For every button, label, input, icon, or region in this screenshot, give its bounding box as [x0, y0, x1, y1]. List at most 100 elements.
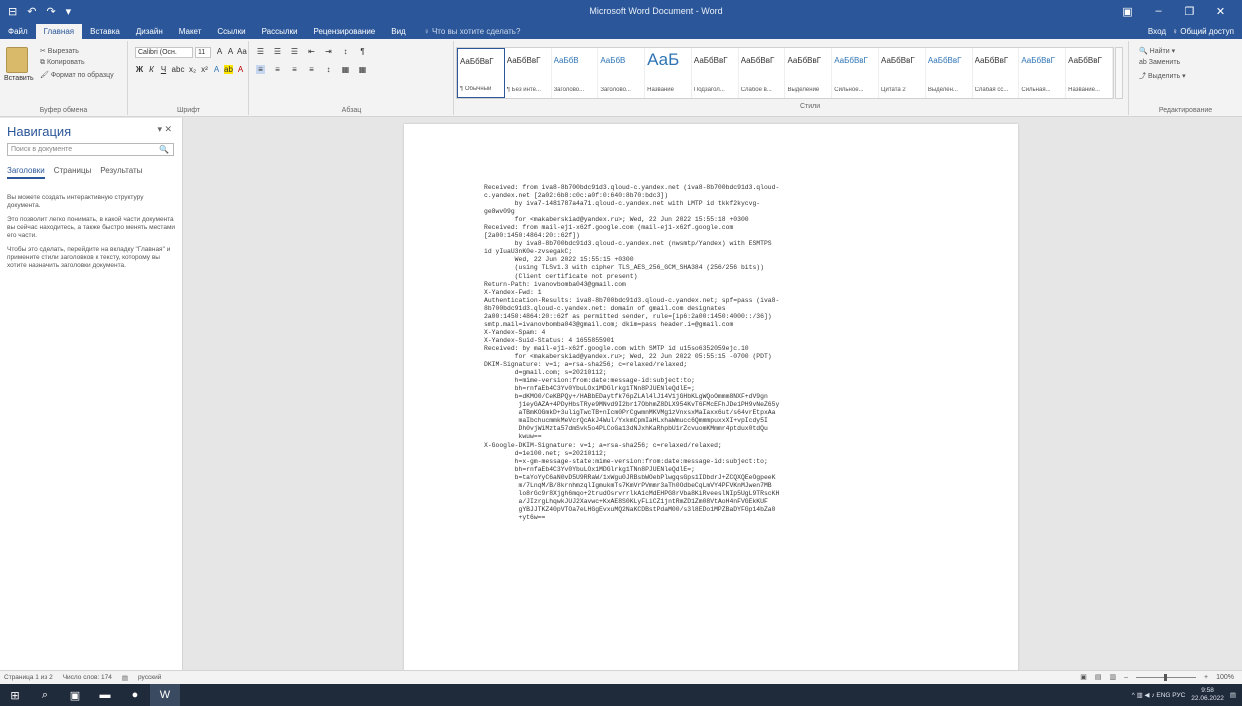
cut-button[interactable]: ✂ Вырезать: [40, 47, 79, 55]
text-effects-icon[interactable]: A: [212, 65, 221, 74]
nav-tab-headings[interactable]: Заголовки: [7, 166, 45, 179]
grow-font-icon[interactable]: A: [215, 47, 224, 56]
tab-references[interactable]: Ссылки: [209, 24, 253, 39]
bullets-icon[interactable]: ☰: [256, 47, 265, 56]
task-view-icon[interactable]: ▣: [60, 684, 90, 706]
document-text[interactable]: Received: from iva8-8b700bdc91d3.qloud-c…: [484, 184, 984, 522]
web-layout-icon[interactable]: ▥: [1109, 673, 1116, 681]
font-name-box[interactable]: Calibri (Осн.: [135, 47, 193, 58]
style-normal[interactable]: АаБбВвГ ¶ Обычный: [457, 48, 505, 98]
subscript-icon[interactable]: x₂: [188, 65, 197, 74]
tab-file[interactable]: Файл: [0, 24, 36, 39]
underline-icon[interactable]: Ч: [159, 65, 168, 74]
style-title[interactable]: АаБ Название: [645, 48, 692, 98]
tab-view[interactable]: Вид: [383, 24, 413, 39]
shrink-font-icon[interactable]: A: [226, 47, 235, 56]
style-book-title[interactable]: АаБбВвГ Название...: [1066, 48, 1113, 98]
file-explorer-icon[interactable]: ▬: [90, 684, 120, 706]
find-button[interactable]: 🔍 Найти ▾: [1139, 47, 1175, 55]
copy-button[interactable]: ⧉ Копировать: [40, 59, 85, 67]
line-spacing-icon[interactable]: ↕: [324, 65, 333, 74]
highlight-icon[interactable]: ab: [224, 65, 233, 74]
shading-icon[interactable]: ▦: [341, 65, 350, 74]
maximize-button[interactable]: ❐: [1178, 5, 1202, 18]
search-icon[interactable]: 🔍: [159, 144, 169, 155]
browser-icon[interactable]: ●: [120, 684, 150, 706]
format-painter-button[interactable]: 🖌 Формат по образцу: [40, 71, 114, 79]
tell-me-input[interactable]: ♀ Что вы хотите сделать?: [414, 24, 521, 39]
font-color-icon[interactable]: A: [236, 65, 245, 74]
style-heading-1[interactable]: АаБбВ Заголово...: [552, 48, 599, 98]
nav-close-icon[interactable]: ▾ ✕: [157, 124, 172, 135]
italic-icon[interactable]: К: [147, 65, 156, 74]
font-size-box[interactable]: 11: [195, 47, 211, 58]
minimize-button[interactable]: –: [1147, 5, 1171, 18]
numbering-icon[interactable]: ☰: [273, 47, 282, 56]
close-button[interactable]: ✕: [1209, 5, 1233, 18]
nav-search-input[interactable]: Поиск в документе 🔍: [7, 143, 174, 156]
undo-icon[interactable]: ↶: [27, 5, 36, 18]
customize-qat-icon[interactable]: ▾: [66, 5, 72, 18]
sort-icon[interactable]: ↕: [341, 47, 350, 56]
nav-tab-results[interactable]: Результаты: [100, 166, 142, 179]
increase-indent-icon[interactable]: ⇥: [324, 47, 333, 56]
save-icon[interactable]: ⊟: [8, 5, 17, 18]
proofing-icon[interactable]: ▤: [122, 674, 128, 682]
justify-icon[interactable]: ≡: [307, 65, 316, 74]
show-marks-icon[interactable]: ¶: [358, 47, 367, 56]
tab-home[interactable]: Главная: [35, 24, 83, 39]
tab-design[interactable]: Дизайн: [128, 24, 171, 39]
style-intense-reference[interactable]: АаБбВвГ Сильная...: [1019, 48, 1067, 98]
style-emphasis[interactable]: АаБбВвГ Выделение: [785, 48, 833, 98]
tab-review[interactable]: Рецензирование: [305, 24, 383, 39]
notifications-icon[interactable]: ▤: [1230, 691, 1236, 699]
decrease-indent-icon[interactable]: ⇤: [307, 47, 316, 56]
style-intense-emphasis[interactable]: АаБбВвГ Сильное...: [832, 48, 880, 98]
start-button[interactable]: ⊞: [0, 684, 30, 706]
document-page[interactable]: Received: from iva8-8b700bdc91d3.qloud-c…: [404, 124, 1018, 670]
search-taskbar-icon[interactable]: ⌕: [30, 684, 60, 706]
clock[interactable]: 9:58 22.06.2022: [1191, 687, 1224, 703]
tab-insert[interactable]: Вставка: [82, 24, 128, 39]
style-intense-quote[interactable]: АаБбВвГ Выделен...: [926, 48, 973, 98]
style-subtle-emphasis[interactable]: АаБбВвГ Слабое в...: [739, 48, 786, 98]
replace-button[interactable]: ab Заменить: [1139, 59, 1180, 66]
document-line: c.yandex.net [2a02:6b8:c0c:a0f:0:640:8b7…: [484, 192, 669, 200]
zoom-level[interactable]: 100%: [1216, 674, 1234, 681]
zoom-in-button[interactable]: +: [1204, 674, 1208, 681]
redo-icon[interactable]: ↷: [46, 5, 55, 18]
read-mode-icon[interactable]: ▣: [1080, 673, 1087, 681]
ribbon-display-icon[interactable]: ▣: [1116, 5, 1140, 18]
style-quote-2[interactable]: АаБбВвГ Цитата 2: [879, 48, 926, 98]
multilevel-list-icon[interactable]: ☰: [290, 47, 299, 56]
align-right-icon[interactable]: ≡: [290, 65, 299, 74]
style-subtle-reference[interactable]: АаБбВвГ Слабая сс...: [973, 48, 1020, 98]
page-count[interactable]: Страница 1 из 2: [4, 674, 53, 682]
tab-layout[interactable]: Макет: [171, 24, 210, 39]
zoom-slider-knob[interactable]: [1164, 673, 1167, 681]
tab-mailings[interactable]: Рассылки: [254, 24, 306, 39]
select-button[interactable]: ⤴ Выделить ▾: [1139, 71, 1186, 81]
align-left-icon[interactable]: ≡: [256, 65, 265, 74]
zoom-out-button[interactable]: –: [1124, 674, 1128, 681]
style-no-spacing[interactable]: АаБбВвГ ¶ Без инте...: [505, 48, 552, 98]
sign-in-link[interactable]: Вход: [1148, 27, 1166, 36]
language-indicator[interactable]: русский: [138, 674, 161, 682]
print-layout-icon[interactable]: ▤: [1095, 673, 1102, 681]
bold-icon[interactable]: Ж: [135, 65, 144, 74]
zoom-slider[interactable]: [1136, 673, 1196, 681]
style-heading-2[interactable]: АаБбВ Заголово...: [598, 48, 646, 98]
nav-tab-pages[interactable]: Страницы: [54, 166, 92, 179]
word-taskbar-icon[interactable]: W: [150, 684, 180, 706]
share-button[interactable]: ♀ Общий доступ: [1172, 27, 1234, 36]
align-center-icon[interactable]: ≡: [273, 65, 282, 74]
system-tray[interactable]: ^ ▥ ◀ ♪ ENG РУС: [1132, 691, 1186, 699]
strikethrough-icon[interactable]: abc: [171, 65, 185, 74]
style-subtitle[interactable]: АаБбВвГ Подзагол...: [692, 48, 739, 98]
paste-button[interactable]: [6, 47, 28, 73]
change-case-icon[interactable]: Aa: [237, 47, 247, 56]
styles-scroll[interactable]: [1115, 47, 1123, 99]
word-count[interactable]: Число слов: 174: [63, 674, 112, 682]
borders-icon[interactable]: ▦: [358, 65, 367, 74]
superscript-icon[interactable]: x²: [200, 65, 209, 74]
